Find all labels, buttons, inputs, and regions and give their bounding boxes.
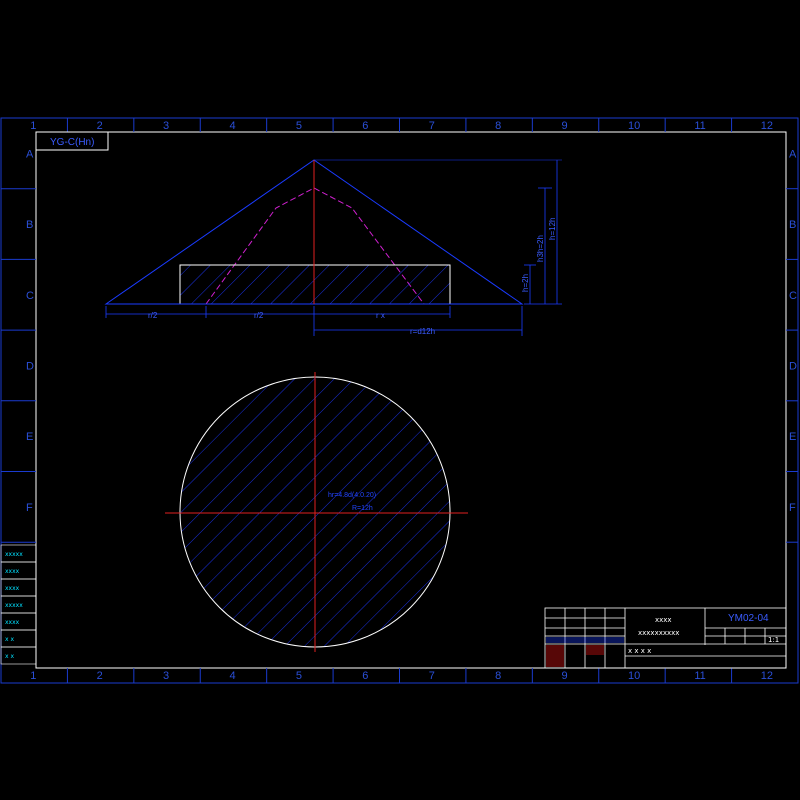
sheet-tag: YG-C(Hn) bbox=[50, 137, 94, 148]
column-label-top: 8 bbox=[495, 120, 501, 132]
company-name: x x x x bbox=[628, 647, 651, 655]
circle-label-2: R=12h bbox=[352, 505, 373, 512]
row-label-right: F bbox=[789, 502, 796, 514]
column-label-top: 2 bbox=[97, 120, 103, 132]
column-label-bottom: 5 bbox=[296, 670, 302, 682]
section-rectangle bbox=[179, 264, 451, 305]
column-label-top: 12 bbox=[761, 120, 773, 132]
dim-radius-total: r=d12h bbox=[410, 327, 435, 336]
column-label-bottom: 2 bbox=[97, 670, 103, 682]
column-label-top: 10 bbox=[628, 120, 640, 132]
dim-rx: r x bbox=[376, 311, 385, 320]
column-label-top: 7 bbox=[429, 120, 435, 132]
column-label-top: 1 bbox=[30, 120, 36, 132]
side-revision-table: xxxxxxxxxxxxxxxxxxxxxxx xx x bbox=[0, 544, 37, 665]
row-label-left: E bbox=[26, 431, 33, 443]
row-label-right: A bbox=[789, 148, 797, 160]
row-label-left: D bbox=[26, 360, 34, 372]
side-cell-label: x x bbox=[5, 636, 14, 643]
row-label-left: F bbox=[26, 502, 33, 514]
side-cell-label: xxxx bbox=[5, 568, 20, 575]
column-label-bottom: 3 bbox=[163, 670, 169, 682]
column-label-top: 5 bbox=[296, 120, 302, 132]
row-label-left: A bbox=[26, 148, 34, 160]
column-label-bottom: 11 bbox=[694, 670, 705, 682]
row-label-right: C bbox=[789, 290, 797, 302]
column-label-bottom: 6 bbox=[362, 670, 368, 682]
row-label-left: B bbox=[26, 219, 33, 231]
drawing-code: YM02-04 bbox=[728, 613, 769, 624]
row-label-right: D bbox=[789, 360, 797, 372]
row-label-right: E bbox=[789, 431, 796, 443]
side-cell-label: x x bbox=[5, 653, 14, 660]
dim-half-b: r/2 bbox=[254, 311, 264, 320]
dim-height-mid: h3h=2h bbox=[536, 235, 545, 262]
column-label-bottom: 8 bbox=[495, 670, 501, 682]
column-label-top: 6 bbox=[362, 120, 368, 132]
circle-label-1: hr=4.8d(4.0.20) bbox=[328, 492, 376, 499]
column-label-top: 4 bbox=[229, 120, 235, 132]
row-label-right: B bbox=[789, 219, 796, 231]
column-label-bottom: 12 bbox=[761, 670, 773, 682]
scale-label: 1:1 bbox=[768, 636, 779, 644]
column-label-bottom: 7 bbox=[429, 670, 435, 682]
column-label-top: 9 bbox=[562, 120, 568, 132]
side-cell-label: xxxxx bbox=[5, 602, 23, 609]
column-label-bottom: 10 bbox=[628, 670, 640, 682]
side-cell-label: xxxx bbox=[5, 585, 20, 592]
side-cell-label: xxxxx bbox=[5, 551, 23, 558]
column-label-top: 11 bbox=[694, 120, 705, 132]
column-label-bottom: 1 bbox=[30, 670, 36, 682]
dim-height-total: h=12h bbox=[548, 218, 557, 240]
column-label-bottom: 9 bbox=[562, 670, 568, 682]
side-cell-label: xxxx bbox=[5, 619, 20, 626]
dim-height-low: h=2h bbox=[521, 274, 530, 292]
drawing-name-2: xxxxxxxxxx bbox=[638, 629, 679, 637]
drawing-name-1: xxxx bbox=[655, 616, 672, 624]
row-label-left: C bbox=[26, 290, 34, 302]
column-label-bottom: 4 bbox=[229, 670, 235, 682]
column-label-top: 3 bbox=[163, 120, 169, 132]
dim-half-a: r/2 bbox=[148, 311, 158, 320]
cad-drawing: 112233445566778899101011111212 A AB BC CD DE… bbox=[0, 117, 799, 684]
